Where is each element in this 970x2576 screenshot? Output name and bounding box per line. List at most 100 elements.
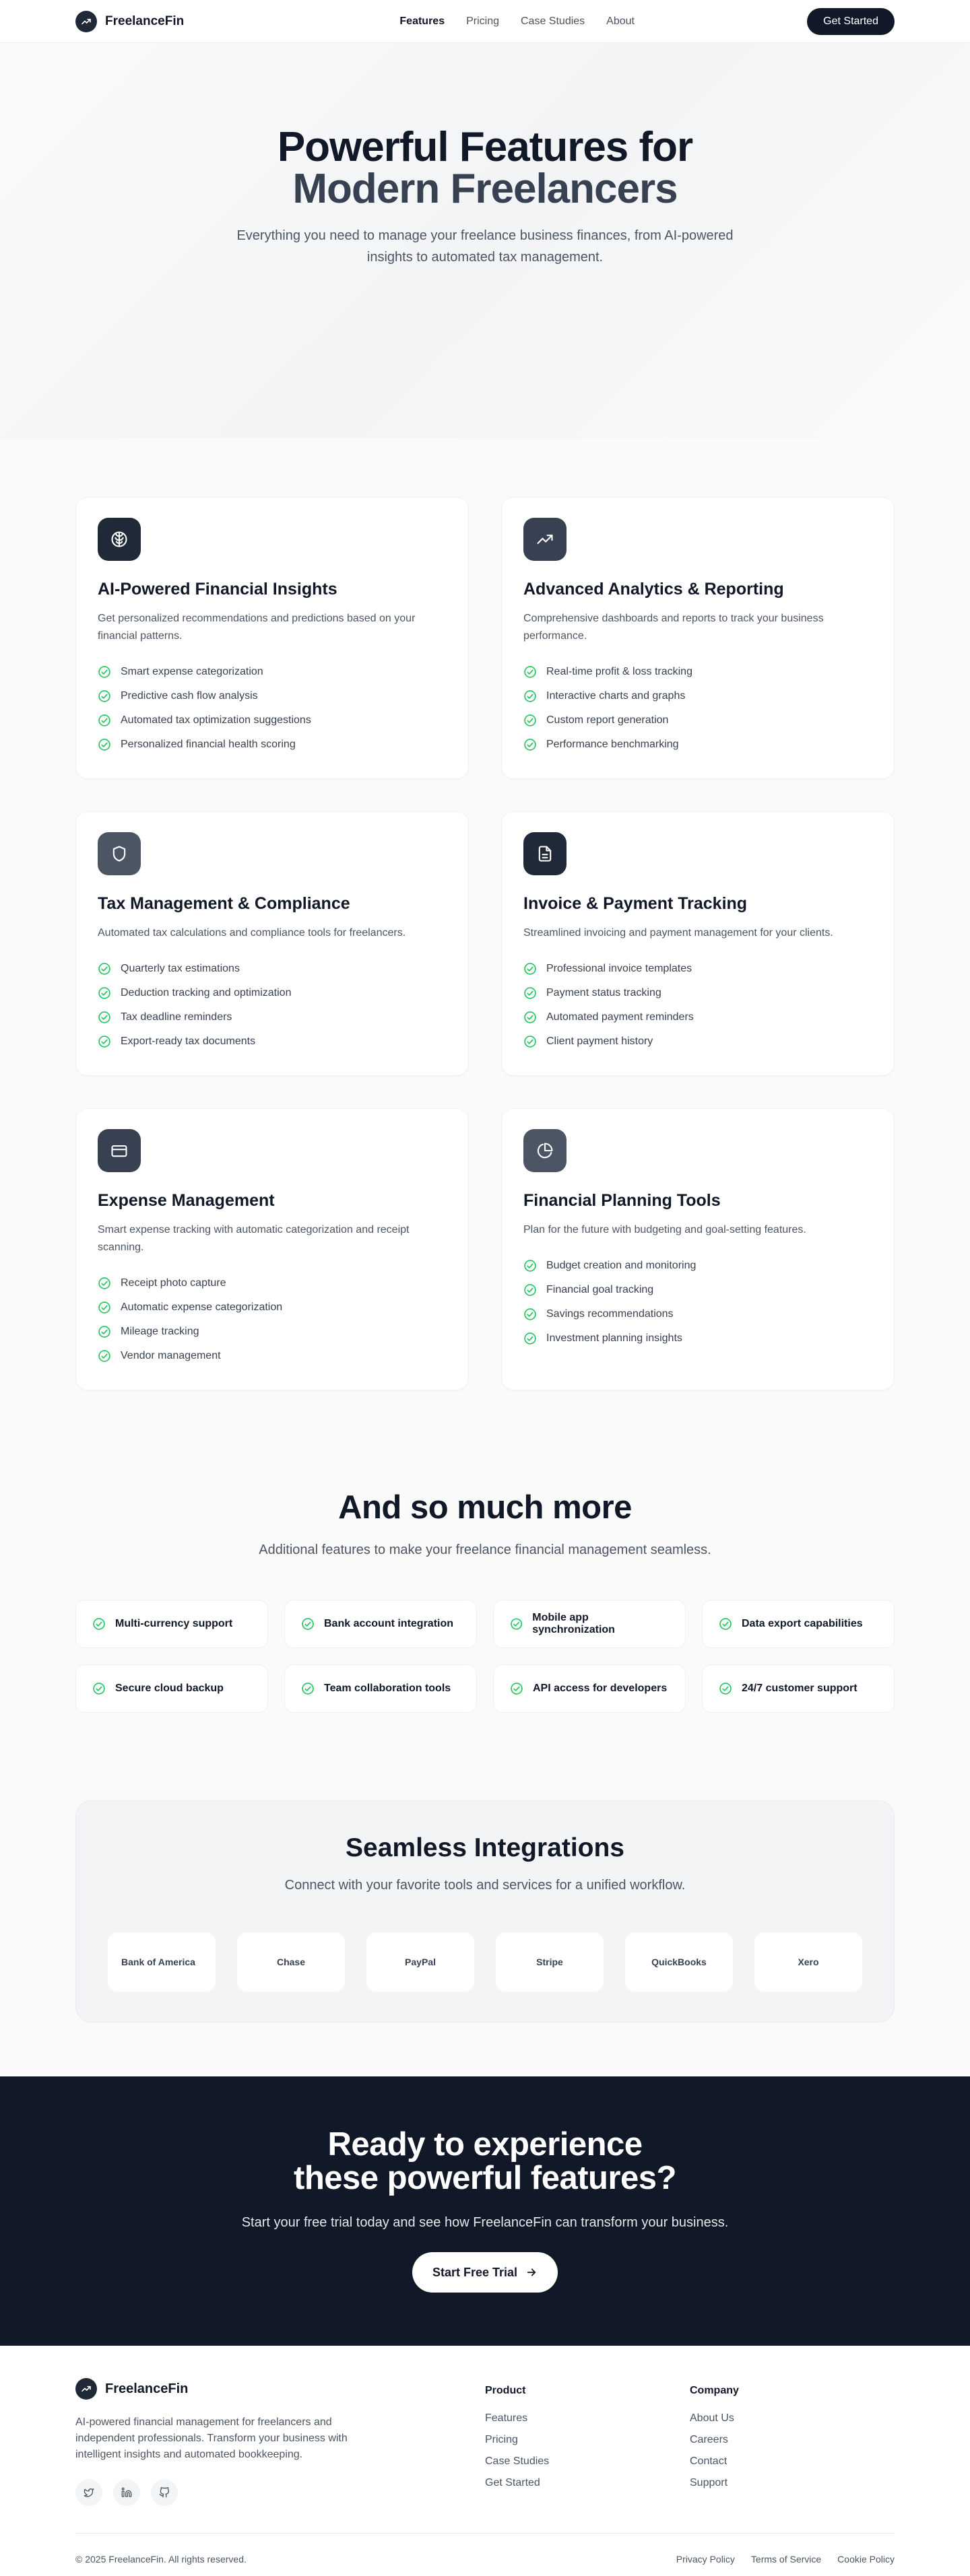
feature-item-label: Financial goal tracking [546,1284,654,1295]
twitter-link[interactable] [75,2479,102,2506]
feature-list: Quarterly tax estimations Deduction track… [98,957,447,1054]
nav-link-about[interactable]: About [606,15,635,28]
feature-list-item: Personalized financial health scoring [98,733,447,757]
more-feature-label: Bank account integration [324,1618,454,1629]
feature-list-item: Quarterly tax estimations [98,957,447,981]
integration-logo-stripe[interactable]: Stripe [496,1932,604,1992]
feature-icon-tile [523,518,567,561]
check-circle-icon [524,987,536,999]
feature-icon-tile [523,832,567,875]
feature-item-label: Interactive charts and graphs [546,690,686,702]
feature-description: Streamlined invoicing and payment manage… [523,927,833,939]
integrations-section: Seamless Integrations Connect with your … [0,1800,970,2076]
footer-link-about-us[interactable]: About Us [690,2408,895,2429]
start-free-trial-button[interactable]: Start Free Trial [412,2252,558,2293]
footer-link-get-started[interactable]: Get Started [485,2472,690,2494]
brand[interactable]: FreelanceFin [75,11,184,32]
integration-logo-paypal[interactable]: PayPal [366,1932,474,1992]
feature-list: Budget creation and monitoring Financial … [523,1254,872,1351]
integration-name: Stripe [536,1957,563,1967]
feature-title: Invoice & Payment Tracking [523,894,748,913]
linkedin-link[interactable] [113,2479,140,2506]
feature-list: Smart expense categorization Predictive c… [98,660,447,757]
feature-list-item: Payment status tracking [523,981,872,1005]
more-feature-label: Mobile app synchronization [532,1612,615,1635]
more-feature-bank-account-integration: Bank account integration [284,1600,477,1648]
feature-card-ai-powered-financial-insights: AI-Powered Financial Insights Get persona… [75,497,469,779]
check-circle-icon [302,1683,314,1695]
feature-icon-tile [98,518,141,561]
check-circle-icon [524,1308,536,1320]
integrations-subtitle: Connect with your favorite tools and ser… [284,1878,686,1893]
cta-title: Ready to experience these powerful featu… [0,2128,970,2195]
check-circle-icon [98,1301,110,1314]
footer-product-column: Product Features Pricing Case Studies Ge… [485,2378,690,2506]
get-started-button[interactable]: Get Started [807,8,895,35]
integration-name: Bank of America [121,1957,195,1967]
linkedin-icon [121,2487,132,2497]
feature-item-label: Performance benchmarking [546,739,679,750]
integration-logos: Bank of America Chase PayPal Stripe QuickBoo… [108,1932,862,1992]
check-circle-icon [98,666,110,678]
more-feature-multi-currency-support: Multi-currency support [75,1600,268,1648]
nav-links: Features Pricing Case Studies About [399,15,635,28]
integration-logo-xero[interactable]: Xero [754,1932,862,1992]
footer-brand[interactable]: FreelanceFin [75,2378,485,2400]
check-circle-icon [302,1618,314,1630]
start-free-trial-label: Start Free Trial [432,2265,518,2279]
terms-of-service-link[interactable]: Terms of Service [751,2554,821,2565]
feature-list-item: Predictive cash flow analysis [98,684,447,708]
integration-logo-chase[interactable]: Chase [237,1932,345,1992]
more-feature-label: 24/7 customer support [742,1683,858,1694]
feature-list-item: Interactive charts and graphs [523,684,872,708]
trending-up-icon [75,11,97,32]
document-icon [538,846,552,862]
feature-card-expense-management: Expense Management Smart expense tracking… [75,1108,469,1390]
hero-title: Powerful Features for Modern Freelancers [0,127,970,210]
nav-link-features[interactable]: Features [399,15,445,28]
footer-link-features[interactable]: Features [485,2408,690,2429]
integration-name: PayPal [405,1957,436,1967]
integration-logo-quickbooks[interactable]: QuickBooks [625,1932,733,1992]
hero-title-line2: Modern Freelancers [292,166,678,212]
nav-link-case-studies[interactable]: Case Studies [521,15,585,28]
hero-subtitle: Everything you need to manage your freel… [236,228,734,265]
footer-description: AI-powered financial management for free… [75,2416,348,2460]
check-circle-icon [524,963,536,975]
nav-link-pricing[interactable]: Pricing [466,15,499,28]
feature-description: Comprehensive dashboards and reports to … [523,613,824,642]
check-circle-icon [98,690,110,702]
check-circle-icon [93,1683,105,1695]
feature-item-label: Professional invoice templates [546,963,692,974]
privacy-policy-link[interactable]: Privacy Policy [676,2554,735,2565]
footer-link-careers[interactable]: Careers [690,2429,895,2451]
feature-item-label: Quarterly tax estimations [121,963,240,974]
footer-link-support[interactable]: Support [690,2472,895,2494]
check-circle-icon [719,1683,732,1695]
integration-name: QuickBooks [651,1957,707,1967]
check-circle-icon [98,963,110,975]
feature-card-invoice-payment-tracking: Invoice & Payment Tracking Streamlined in… [501,811,895,1076]
github-link[interactable] [151,2479,178,2506]
feature-list-item: Investment planning insights [523,1326,872,1351]
footer-link-case-studies[interactable]: Case Studies [485,2451,690,2472]
footer-link-contact[interactable]: Contact [690,2451,895,2472]
feature-list-item: Client payment history [523,1029,872,1054]
integration-name: Chase [276,1957,306,1967]
cookie-policy-link[interactable]: Cookie Policy [837,2554,895,2565]
footer-link-pricing[interactable]: Pricing [485,2429,690,2451]
feature-item-label: Automated tax optimization suggestions [121,714,311,726]
check-circle-icon [511,1618,523,1630]
feature-item-label: Receipt photo capture [121,1277,226,1289]
check-circle-icon [524,739,536,751]
integration-logo-bank-of-america[interactable]: Bank of America [108,1932,216,1992]
feature-list-item: Real-time profit & loss tracking [523,660,872,684]
feature-item-label: Deduction tracking and optimization [121,987,292,998]
check-circle-icon [524,1011,536,1023]
check-circle-icon [524,666,536,678]
check-circle-icon [98,739,110,751]
more-feature-label: API access for developers [533,1683,668,1694]
feature-list-item: Mileage tracking [98,1320,447,1344]
check-circle-icon [98,1036,110,1048]
feature-item-label: Mileage tracking [121,1326,199,1337]
